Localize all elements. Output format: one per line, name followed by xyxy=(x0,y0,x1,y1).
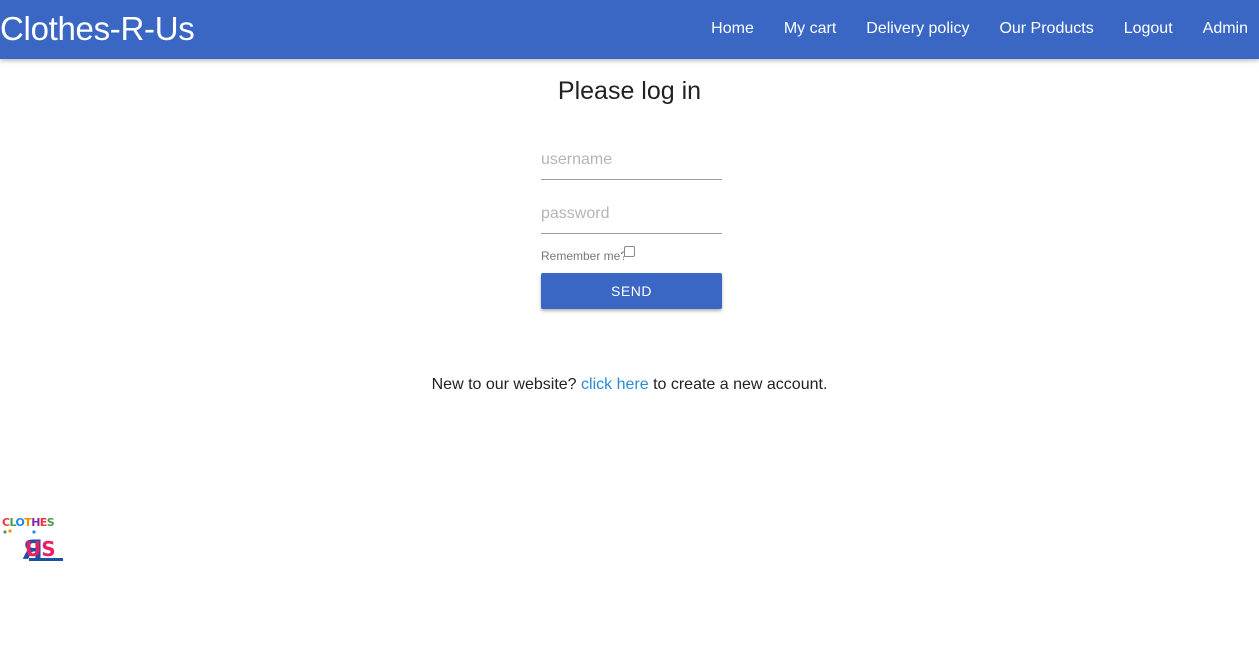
nav-home[interactable]: Home xyxy=(696,0,769,59)
login-form: Remember me? SEND xyxy=(541,140,722,309)
nav-admin[interactable]: Admin xyxy=(1188,0,1259,59)
remember-me-row: Remember me? xyxy=(541,246,722,266)
clothes-r-us-logo: CLOTHES R US xyxy=(1,514,65,566)
remember-me-label: Remember me? xyxy=(541,249,628,263)
nav-links: Home My cart Delivery policy Our Product… xyxy=(696,0,1259,59)
nav-logout[interactable]: Logout xyxy=(1109,0,1188,59)
password-input[interactable] xyxy=(541,194,722,234)
logo-image: CLOTHES R US xyxy=(2,516,63,566)
register-prefix: New to our website? xyxy=(431,376,577,393)
nav-my-cart[interactable]: My cart xyxy=(769,0,851,59)
register-suffix: to create a new account. xyxy=(653,376,828,393)
svg-text:CLOTHES: CLOTHES xyxy=(2,516,55,529)
nav-delivery-policy[interactable]: Delivery policy xyxy=(851,0,984,59)
register-prompt: New to our website? click here to create… xyxy=(0,375,1259,395)
username-input[interactable] xyxy=(541,140,722,180)
svg-text:US: US xyxy=(25,537,56,561)
top-navbar: Clothes-R-Us Home My cart Delivery polic… xyxy=(0,0,1259,59)
send-button[interactable]: SEND xyxy=(541,273,722,309)
register-link[interactable]: click here xyxy=(581,376,649,393)
nav-our-products[interactable]: Our Products xyxy=(984,0,1108,59)
page-title: Please log in xyxy=(557,77,702,105)
remember-me-checkbox[interactable] xyxy=(624,246,635,257)
brand-link[interactable]: Clothes-R-Us xyxy=(0,9,195,49)
